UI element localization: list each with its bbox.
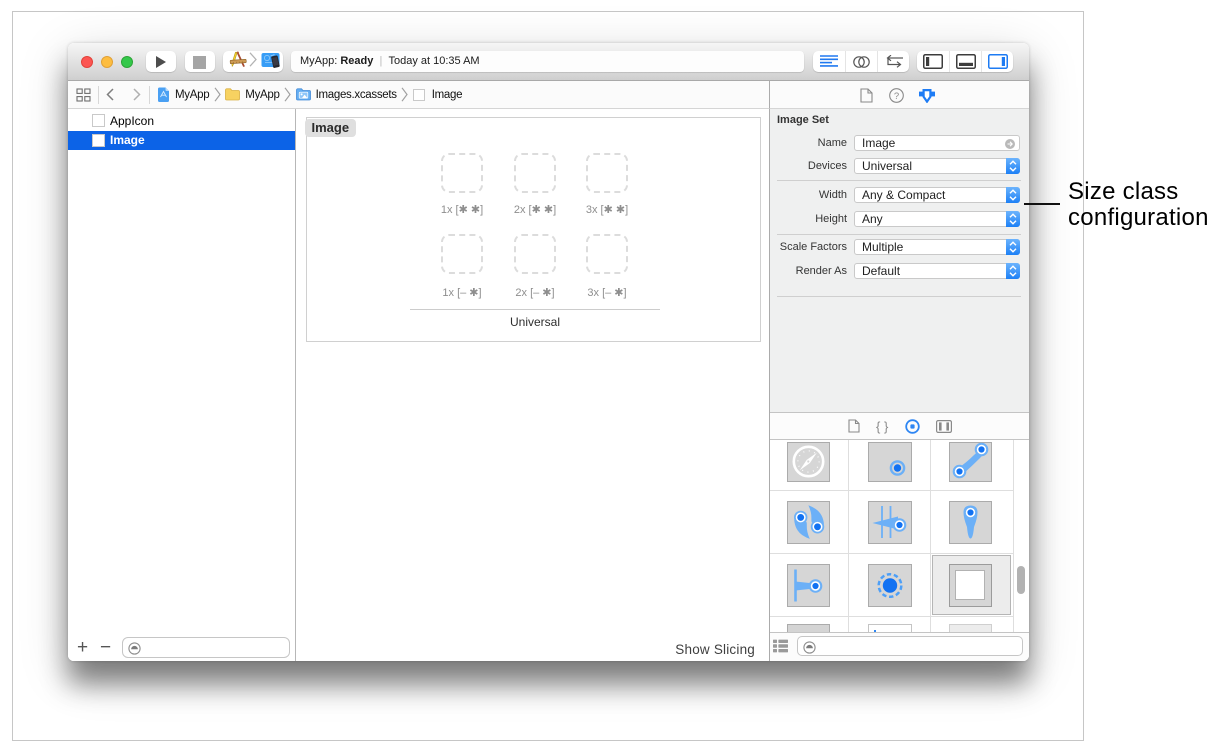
svg-text:?: ?: [894, 91, 899, 102]
